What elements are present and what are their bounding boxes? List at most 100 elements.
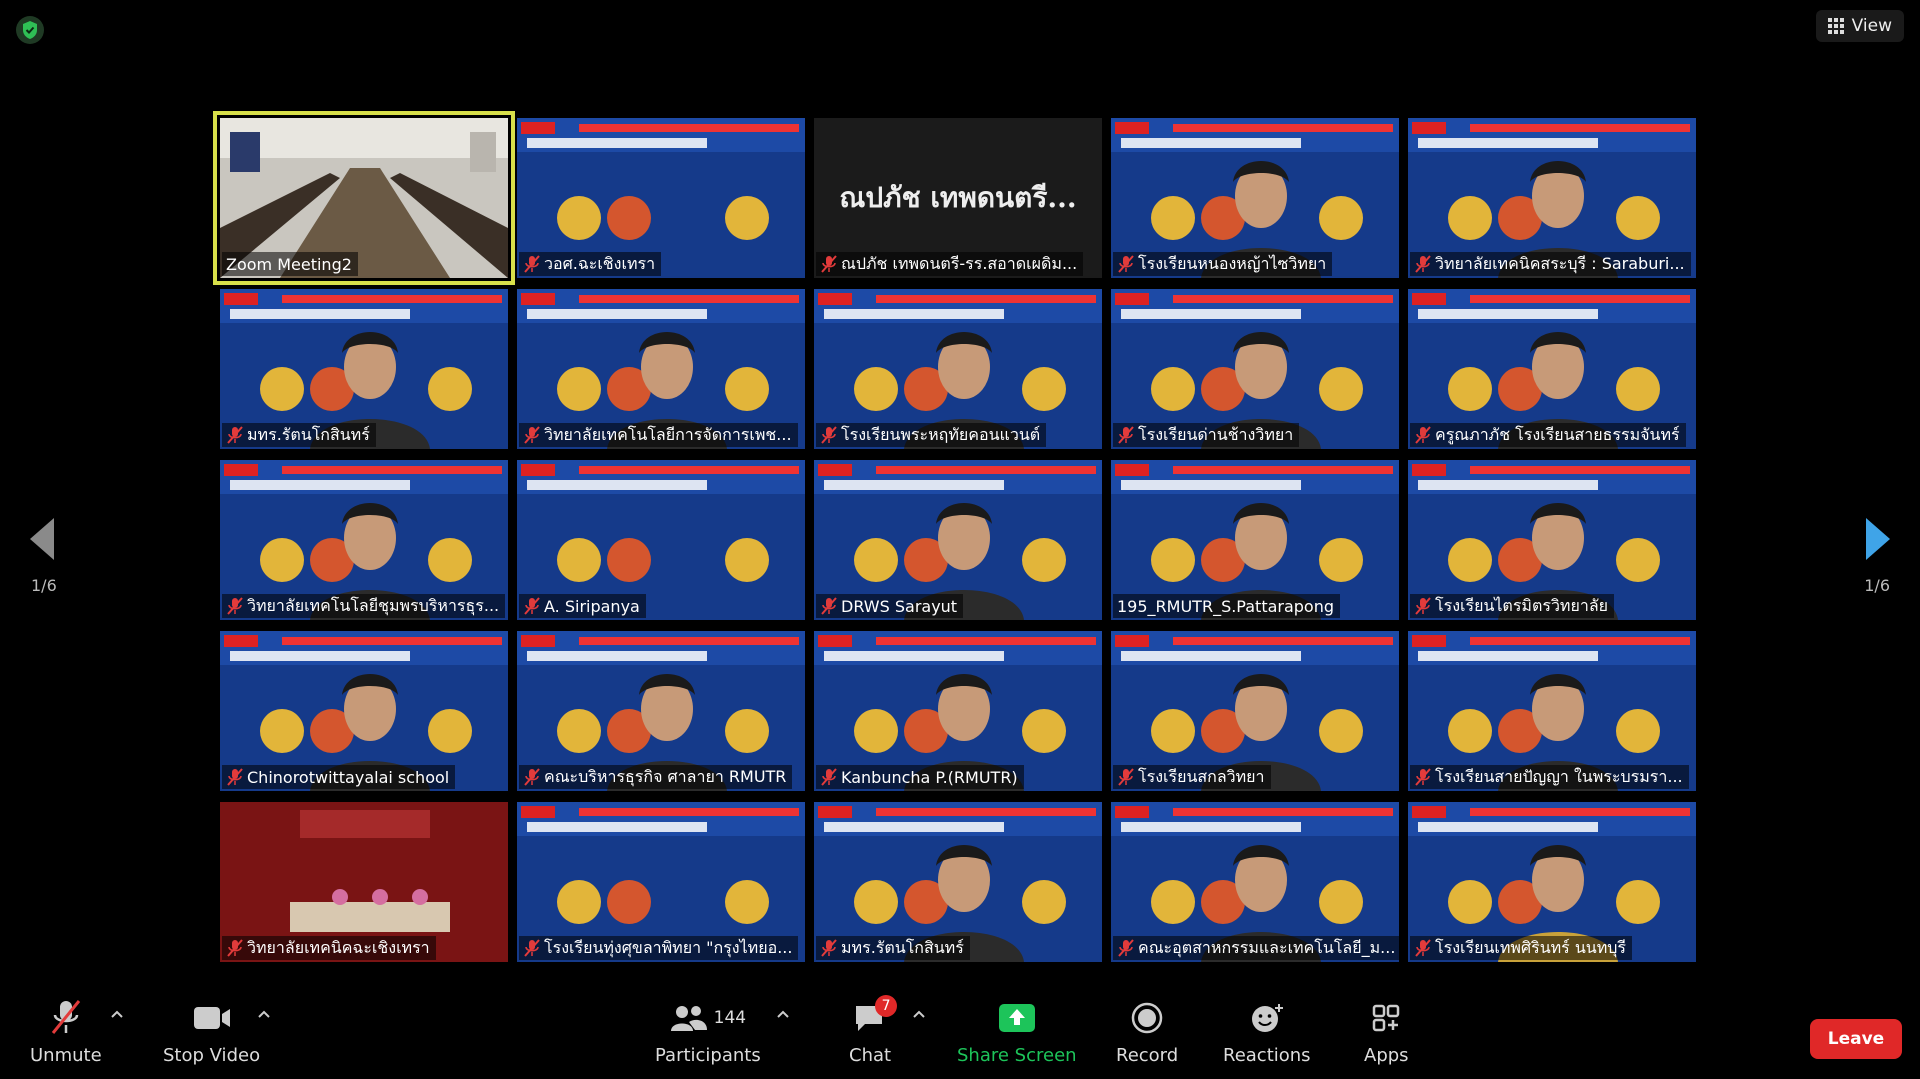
participant-name: Chinorotwittayalai school: [247, 767, 450, 787]
mic-muted-icon: [524, 255, 540, 273]
next-page-arrow[interactable]: [1860, 516, 1894, 562]
video-tile[interactable]: โรงเรียนพระหฤทัยคอนแวนต์: [814, 289, 1102, 449]
share-screen-button[interactable]: Share Screen: [957, 999, 1077, 1066]
participant-name-tag: ครูณภาภัช โรงเรียนสายธรรมจันทร์: [1410, 423, 1686, 447]
participant-name-tag: คณะอุตสาหกรรมและเทคโนโลยี_ม...: [1113, 936, 1399, 960]
participant-name: โรงเรียนทุ่งศุขลาพิทยา "กรุงไทยอ...: [544, 937, 793, 957]
participant-name-tag: 195_RMUTR_S.Pattarapong: [1113, 594, 1341, 618]
mic-muted-icon: [1118, 768, 1134, 786]
video-tile[interactable]: Zoom Meeting2: [213, 111, 515, 285]
mic-muted-icon: [524, 426, 540, 444]
apps-button[interactable]: Apps: [1364, 999, 1409, 1066]
unmute-label: Unmute: [30, 1045, 102, 1066]
video-tile[interactable]: 195_RMUTR_S.Pattarapong: [1111, 460, 1399, 620]
video-tile[interactable]: วิทยาลัยเทคนิคสระบุรี : Saraburi...: [1408, 118, 1696, 278]
audio-options-caret[interactable]: [110, 1009, 124, 1019]
video-tile[interactable]: วอศ.ฉะเชิงเทรา: [517, 118, 805, 278]
video-tile[interactable]: วิทยาลัยเทคโนโลยีการจัดการเพช...: [517, 289, 805, 449]
mic-muted-icon: [1415, 426, 1431, 444]
participant-name-tag: คณะบริหารธุรกิจ ศาลายา RMUTR: [519, 765, 793, 789]
participant-name: Kanbuncha P.(RMUTR): [841, 767, 1018, 787]
video-tile[interactable]: มทร.รัตนโกสินทร์: [814, 802, 1102, 962]
reactions-button[interactable]: Reactions: [1223, 999, 1311, 1066]
participant-name-tag: วิทยาลัยเทคโนโลยีการจัดการเพช...: [519, 423, 798, 447]
video-tile[interactable]: Kanbuncha P.(RMUTR): [814, 631, 1102, 791]
chat-options-caret[interactable]: [912, 1009, 926, 1019]
video-tile[interactable]: วิทยาลัยเทคนิคฉะเชิงเทรา: [220, 802, 508, 962]
mic-muted-icon: [821, 426, 837, 444]
participant-name-tag: โรงเรียนหนองหญ้าไซวิทยา: [1113, 252, 1333, 276]
participant-name: ครูณภาภัช โรงเรียนสายธรรมจันทร์: [1435, 424, 1680, 444]
participant-name-tag: A. Siripanya: [519, 594, 646, 618]
page-indicator-left: 1/6: [31, 576, 57, 595]
mic-muted-icon: [524, 597, 540, 615]
mic-muted-icon: [1118, 426, 1134, 444]
mic-muted-icon: [821, 939, 837, 957]
participant-name: โรงเรียนเทพศิรินทร์ นนทบุรี: [1435, 937, 1627, 957]
unmute-button[interactable]: Unmute: [30, 999, 102, 1066]
encryption-shield-icon[interactable]: [16, 16, 44, 44]
participant-name: DRWS Sarayut: [841, 596, 958, 616]
video-tile[interactable]: มทร.รัตนโกสินทร์: [220, 289, 508, 449]
participants-count: 144: [713, 1008, 747, 1028]
record-button[interactable]: Record: [1116, 999, 1178, 1066]
participant-name-tag: DRWS Sarayut: [816, 594, 964, 618]
participant-name-tag: โรงเรียนเทพศิรินทร์ นนทบุรี: [1410, 936, 1633, 960]
participant-display-name: ณปภัช เทพดนตรี...: [839, 181, 1077, 214]
participant-name-tag: Chinorotwittayalai school: [222, 765, 456, 789]
participant-name-tag: วอศ.ฉะเชิงเทรา: [519, 252, 662, 276]
video-tile[interactable]: A. Siripanya: [517, 460, 805, 620]
participant-name: วิทยาลัยเทคนิคฉะเชิงเทรา: [247, 937, 430, 957]
grid-icon: [1827, 18, 1844, 34]
video-tile[interactable]: คณะบริหารธุรกิจ ศาลายา RMUTR: [517, 631, 805, 791]
participant-name-tag: มทร.รัตนโกสินทร์: [222, 423, 376, 447]
video-tile[interactable]: โรงเรียนสกลวิทยา: [1111, 631, 1399, 791]
stop-video-button[interactable]: Stop Video: [163, 999, 260, 1066]
mic-muted-icon: [821, 597, 837, 615]
video-tile[interactable]: โรงเรียนหนองหญ้าไซวิทยา: [1111, 118, 1399, 278]
video-tile[interactable]: โรงเรียนไตรมิตรวิทยาลัย: [1408, 460, 1696, 620]
record-icon: [1131, 1002, 1163, 1034]
meeting-toolbar: Unmute Stop Video 144 Participants 7 Cha…: [0, 987, 1920, 1079]
participant-name-tag: วิทยาลัยเทคนิคฉะเชิงเทรา: [222, 936, 436, 960]
participants-button[interactable]: 144 Participants: [655, 999, 761, 1066]
video-tile[interactable]: คณะอุตสาหกรรมและเทคโนโลยี_ม...: [1111, 802, 1399, 962]
video-tile[interactable]: โรงเรียนทุ่งศุขลาพิทยา "กรุงไทยอ...: [517, 802, 805, 962]
participant-name: Zoom Meeting2: [226, 254, 352, 274]
participant-name-tag: ณปภัช เทพดนตรี-รร.สอาดเผดิม...: [816, 252, 1084, 276]
participant-name-tag: โรงเรียนพระหฤทัยคอนแวนต์: [816, 423, 1047, 447]
chat-button[interactable]: 7 Chat: [849, 995, 898, 1066]
video-tile[interactable]: โรงเรียนด่านช้างวิทยา: [1111, 289, 1399, 449]
mic-muted-icon: [1415, 597, 1431, 615]
participant-name: คณะบริหารธุรกิจ ศาลายา RMUTR: [544, 766, 787, 786]
chat-label: Chat: [849, 1045, 892, 1066]
participant-name: โรงเรียนไตรมิตรวิทยาลัย: [1435, 595, 1609, 615]
video-tile[interactable]: Chinorotwittayalai school: [220, 631, 508, 791]
participant-name: มทร.รัตนโกสินทร์: [841, 937, 964, 957]
participant-name: วิทยาลัยเทคโนโลยีชุมพรบริหารธุร...: [247, 595, 500, 615]
video-tile[interactable]: โรงเรียนเทพศิรินทร์ นนทบุรี: [1408, 802, 1696, 962]
video-tile[interactable]: ครูณภาภัช โรงเรียนสายธรรมจันทร์: [1408, 289, 1696, 449]
participant-name-tag: มทร.รัตนโกสินทร์: [816, 936, 970, 960]
video-tile[interactable]: วิทยาลัยเทคโนโลยีชุมพรบริหารธุร...: [220, 460, 508, 620]
previous-page-arrow[interactable]: [26, 516, 60, 562]
view-button[interactable]: View: [1815, 10, 1904, 42]
video-tile[interactable]: DRWS Sarayut: [814, 460, 1102, 620]
share-screen-label: Share Screen: [957, 1045, 1077, 1066]
mic-muted-icon: [524, 939, 540, 957]
video-tile[interactable]: โรงเรียนสายปัญญา ในพระบรมรา...: [1408, 631, 1696, 791]
video-options-caret[interactable]: [257, 1009, 271, 1019]
leave-button[interactable]: Leave: [1810, 1019, 1902, 1059]
mic-muted-icon: [524, 768, 540, 786]
participant-name: โรงเรียนสายปัญญา ในพระบรมรา...: [1435, 766, 1683, 786]
video-tile[interactable]: ณปภัช เทพดนตรี... ณปภัช เทพดนตรี-รร.สอาดเ…: [814, 118, 1102, 278]
chat-unread-badge: 7: [875, 995, 898, 1017]
participants-options-caret[interactable]: [776, 1009, 790, 1019]
mic-muted-icon: [1118, 255, 1134, 273]
participant-name-tag: วิทยาลัยเทคโนโลยีชุมพรบริหารธุร...: [222, 594, 506, 618]
participant-name: A. Siripanya: [544, 596, 640, 616]
mic-muted-icon: [227, 939, 243, 957]
participant-name: โรงเรียนด่านช้างวิทยา: [1138, 424, 1294, 444]
mic-muted-icon: [51, 1000, 80, 1034]
participant-name: มทร.รัตนโกสินทร์: [247, 424, 370, 444]
